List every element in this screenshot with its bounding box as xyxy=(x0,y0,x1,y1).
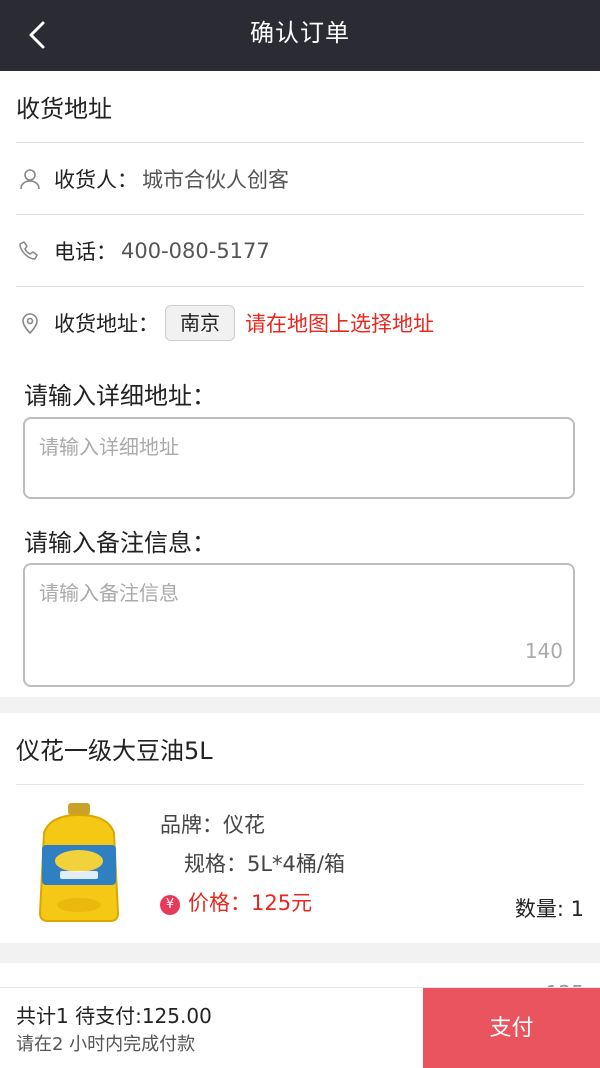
yen-icon: ¥ xyxy=(160,895,180,915)
phone-label: 电话： xyxy=(54,239,117,264)
remark-box: 140 xyxy=(23,563,575,687)
product-price-line: ¥ 价格：125元 xyxy=(160,887,312,917)
product-image xyxy=(38,803,120,922)
receiver-value: 城市合伙人创客 xyxy=(142,167,289,192)
page-title: 确认订单 xyxy=(250,19,350,47)
location-pin-icon xyxy=(22,312,38,334)
receiver-row: 收货人： 城市合伙人创客 xyxy=(16,143,584,215)
detail-address-input[interactable] xyxy=(37,429,561,487)
top-bar: 确认订单 xyxy=(0,0,600,71)
detail-address-label: 请输入详细地址： xyxy=(24,382,216,410)
address-section-header: 收货地址 xyxy=(16,71,584,143)
remark-input[interactable] xyxy=(37,575,561,675)
phone-row: 电话： 400-080-5177 xyxy=(16,215,584,287)
pay-button[interactable]: 支付 xyxy=(423,988,600,1068)
product-card: 仪花一级大豆油5L 品牌：仪花 规格：5L*4桶/箱 ¥ 价格：125元 数量: … xyxy=(0,713,600,943)
detail-address-box xyxy=(23,417,575,499)
phone-value: 400-080-5177 xyxy=(121,238,270,263)
address-row: 收货地址： 南京 请在地图上选择地址 xyxy=(16,287,584,358)
product-quantity: 数量: 1 xyxy=(514,897,584,921)
remark-char-counter: 140 xyxy=(524,639,563,663)
address-card: 收货地址 收货人： 城市合伙人创客 电话： 400-080-5177 收货地址：… xyxy=(0,71,600,697)
map-select-link[interactable]: 请在地图上选择地址 xyxy=(245,308,434,338)
city-select-button[interactable]: 南京 xyxy=(165,304,235,341)
address-section-title: 收货地址 xyxy=(16,95,112,123)
product-spec: 规格：5L*4桶/箱 xyxy=(184,852,345,876)
product-brand: 品牌：仪花 xyxy=(160,813,265,837)
footer-bar: 共计1 待支付:125.00 请在2 小时内完成付款 支付 xyxy=(0,987,600,1068)
product-name-row: 仪花一级大豆油5L xyxy=(16,713,584,785)
receiver-label: 收货人： xyxy=(54,167,138,192)
remark-label: 请输入备注信息： xyxy=(24,529,216,557)
address-label: 收货地址： xyxy=(54,311,159,336)
payment-deadline-note: 请在2 小时内完成付款 xyxy=(16,1034,196,1055)
order-summary: 共计1 待支付:125.00 xyxy=(16,1004,212,1028)
phone-icon xyxy=(19,240,38,260)
person-icon xyxy=(20,168,40,189)
product-price: 价格：125元 xyxy=(188,891,313,915)
product-name: 仪花一级大豆油5L xyxy=(16,737,213,765)
